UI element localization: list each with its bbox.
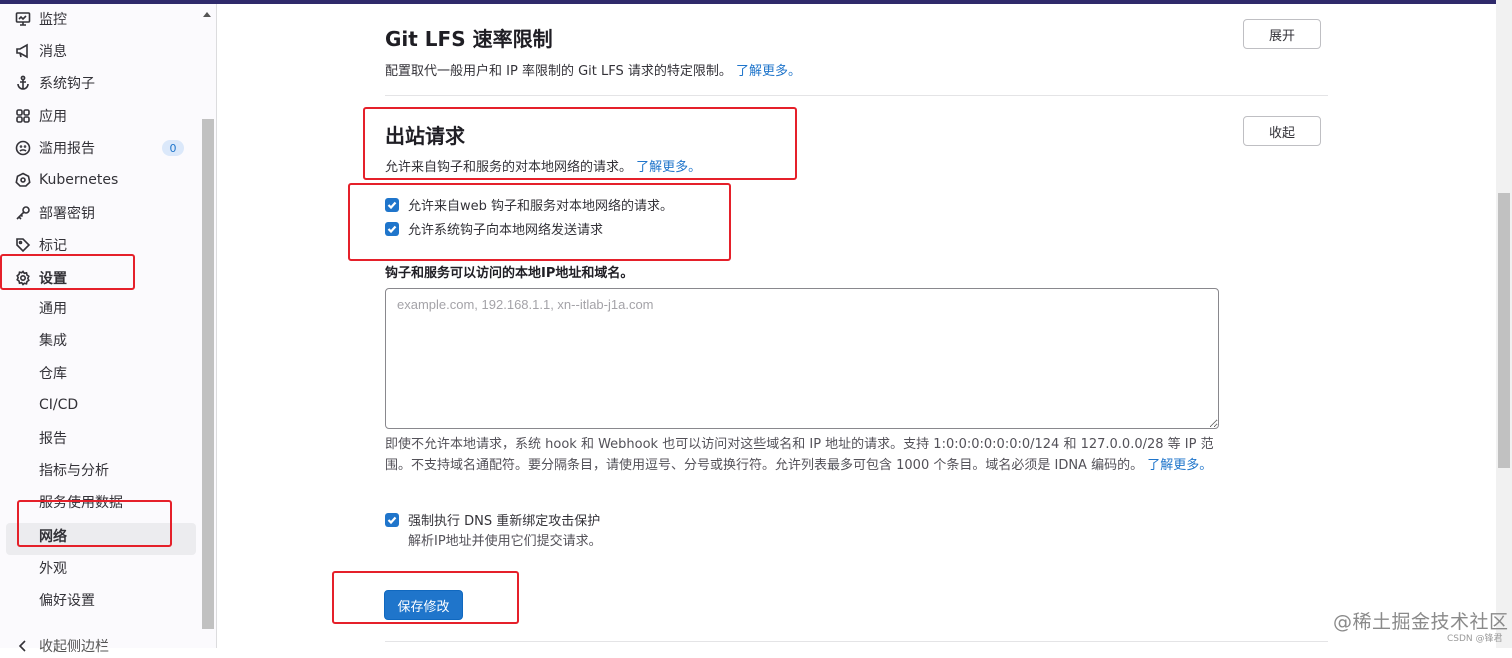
sidebar-item-label: 消息 [39,44,67,60]
dns-rebinding-checkbox[interactable] [385,512,399,527]
sidebar-item-label: 滥用报告 [39,141,95,157]
bullhorn-icon [14,42,32,60]
sidebar-sub-service-usage[interactable]: 服务使用数据 [39,490,123,514]
anchor-icon [14,74,32,92]
git-lfs-section-description: 配置取代一般用户和 IP 率限制的 Git LFS 请求的特定限制。 了解更多。 [385,60,801,79]
sidebar-item-label: 部署密钥 [39,206,95,222]
sidebar-scrollbar[interactable] [202,119,214,629]
sidebar-item-label: 系统钩子 [39,76,95,92]
admin-sidebar: 监控 消息 系统钩子 应用 滥用报告 0 Kubernetes 部署密钥 标记 … [0,4,217,655]
sidebar-sub-general[interactable]: 通用 [39,296,67,320]
watermark-small-text: CSDN @锋君 [1447,634,1503,644]
sidebar-item-monitoring[interactable]: 监控 [14,7,67,31]
sidebar-item-label: Kubernetes [39,172,119,188]
allowlist-label: 钩子和服务可以访问的本地IP地址和域名。 [385,266,634,281]
sidebar-active-highlight [6,523,196,555]
sidebar-sub-cicd[interactable]: CI/CD [39,393,78,417]
sidebar-collapse-label: 收起侧边栏 [39,639,109,655]
outbound-collapse-button[interactable]: 收起 [1243,116,1321,146]
watermark-text: @稀土掘金技术社区 [1333,611,1509,633]
sidebar-sub-metrics[interactable]: 指标与分析 [39,458,109,482]
sidebar-item-messages[interactable]: 消息 [14,39,67,63]
web-hooks-checkbox-label: 允许来自web 钩子和服务对本地网络的请求。 [408,199,674,214]
sidebar-item-applications[interactable]: 应用 [14,104,67,128]
label-icon [14,236,32,254]
abuse-reports-count-badge: 0 [162,140,184,156]
sidebar-sub-integrations[interactable]: 集成 [39,328,67,352]
applications-icon [14,107,32,125]
abuse-report-icon [14,139,32,157]
section-divider-bottom [385,641,1328,642]
sidebar-item-system-hooks[interactable]: 系统钩子 [14,71,95,95]
dns-rebinding-protection[interactable]: 强制执行 DNS 重新绑定攻击保护 [385,510,600,529]
collapse-icon [14,637,32,655]
sidebar-item-kubernetes[interactable]: Kubernetes [14,168,118,192]
key-icon [14,204,32,222]
dns-rebinding-help: 解析IP地址并使用它们提交请求。 [408,534,602,549]
web-hooks-checkbox[interactable] [385,197,399,212]
system-hooks-checkbox[interactable] [385,221,399,236]
local-allowlist-textarea[interactable] [385,288,1219,429]
sidebar-scroll-up-arrow[interactable] [203,12,211,17]
sidebar-item-label: 标记 [39,238,67,254]
allowlist-learn-more-link[interactable]: 了解更多。 [1147,458,1212,473]
sidebar-sub-appearance[interactable]: 外观 [39,556,67,580]
allow-system-hooks-local-requests[interactable]: 允许系统钩子向本地网络发送请求 [385,219,603,238]
allowlist-help-body: 即使不允许本地请求，系统 hook 和 Webhook 也可以访问对这些域名和 … [385,437,1214,473]
system-hooks-checkbox-label: 允许系统钩子向本地网络发送请求 [408,223,604,238]
git-lfs-section-title: Git LFS 速率限制 [385,27,553,51]
outbound-requests-description: 允许来自钩子和服务的对本地网络的请求。 了解更多。 [385,156,701,175]
outbound-requests-title: 出站请求 [385,124,465,148]
sidebar-sub-repository[interactable]: 仓库 [39,361,67,385]
allowlist-help-text: 即使不允许本地请求，系统 hook 和 Webhook 也可以访问对这些域名和 … [385,434,1220,476]
sidebar-item-label: 监控 [39,12,67,28]
sidebar-item-settings[interactable]: 设置 [14,266,67,290]
dns-rebinding-checkbox-label: 强制执行 DNS 重新绑定攻击保护 [408,514,601,529]
kubernetes-icon [14,171,32,189]
sidebar-item-deploy-keys[interactable]: 部署密钥 [14,201,95,225]
sidebar-collapse-toggle[interactable]: 收起侧边栏 [14,634,109,658]
git-lfs-expand-button[interactable]: 展开 [1243,19,1321,49]
sidebar-sub-network[interactable]: 网络 [39,524,67,548]
section-divider [385,95,1328,96]
page-scrollbar-thumb[interactable] [1498,193,1510,468]
git-lfs-learn-more-link[interactable]: 了解更多。 [736,64,801,79]
sidebar-item-label: 设置 [39,271,67,287]
save-changes-button[interactable]: 保存修改 [384,590,463,620]
sidebar-sub-preferences[interactable]: 偏好设置 [39,588,95,612]
allow-web-hooks-local-requests[interactable]: 允许来自web 钩子和服务对本地网络的请求。 [385,195,673,214]
git-lfs-description-text: 配置取代一般用户和 IP 率限制的 Git LFS 请求的特定限制。 [385,64,732,79]
sidebar-sub-reporting[interactable]: 报告 [39,426,67,450]
monitor-icon [14,10,32,28]
sidebar-item-label: 应用 [39,109,67,125]
sidebar-item-labels[interactable]: 标记 [14,233,67,257]
settings-icon [14,269,32,287]
top-header-bar [0,0,1512,4]
outbound-description-text: 允许来自钩子和服务的对本地网络的请求。 [385,160,633,175]
outbound-learn-more-link[interactable]: 了解更多。 [636,160,701,175]
sidebar-item-abuse-reports[interactable]: 滥用报告 [14,136,95,160]
